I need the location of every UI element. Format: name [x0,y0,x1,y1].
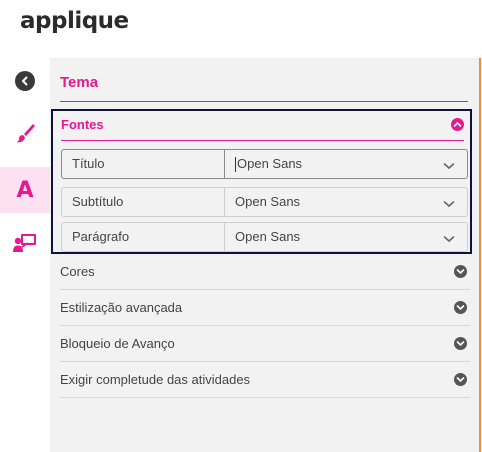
sidebar-item-presentation[interactable] [0,222,50,268]
accordion-label: Bloqueio de Avanço [60,336,175,351]
title-divider [60,101,468,102]
font-value: Open Sans [235,229,301,244]
chevron-down-icon[interactable] [454,265,467,278]
paint-brush-icon [14,122,36,149]
theme-panel: Tema Fontes Título Open Sans Subtítulo O… [50,58,479,452]
chevron-down-icon[interactable] [454,337,467,350]
font-label: Subtítulo [72,194,124,209]
accordion-completude[interactable]: Exigir completude das atividades [60,362,470,398]
divider [224,188,225,216]
fontes-header[interactable]: Fontes [61,116,464,141]
divider [224,223,225,251]
font-value: Open Sans [237,156,303,171]
font-value: Open Sans [235,194,301,209]
app-logo: applique [20,8,129,34]
accordion-label: Estilização avançada [60,300,183,315]
chevron-down-icon[interactable] [454,373,467,386]
chevron-down-icon[interactable] [443,158,455,176]
accordion-label: Cores [60,264,95,279]
sidebar-rail: A [0,58,50,452]
text-caret [235,157,236,172]
sidebar-item-fonts[interactable]: A [0,167,50,213]
font-select-subtitulo[interactable]: Subtítulo Open Sans [61,187,468,217]
font-select-paragrafo[interactable]: Parágrafo Open Sans [61,222,468,252]
sidebar-item-design[interactable] [0,112,50,158]
chevron-down-icon[interactable] [443,196,455,214]
chevron-up-icon[interactable] [451,118,464,131]
accordion-cores[interactable]: Cores [60,254,470,290]
accordion-label: Exigir completude das atividades [60,372,251,387]
chevron-down-icon[interactable] [443,231,455,249]
sidebar-item-back[interactable] [0,58,50,104]
back-icon [15,71,35,91]
divider [224,150,225,178]
chevron-down-icon[interactable] [454,301,467,314]
fontes-title: Fontes [61,117,104,132]
presentation-user-icon [12,232,38,259]
font-icon: A [16,177,34,203]
panel-title: Tema [60,74,99,91]
font-label: Título [72,156,105,171]
panel-edge [479,58,481,452]
accordion-estilizacao[interactable]: Estilização avançada [60,290,470,326]
font-label: Parágrafo [72,229,130,244]
font-select-titulo[interactable]: Título Open Sans [61,149,468,179]
fontes-section: Fontes Título Open Sans Subtítulo Open S… [51,109,472,254]
accordion-bloqueio[interactable]: Bloqueio de Avanço [60,326,470,362]
